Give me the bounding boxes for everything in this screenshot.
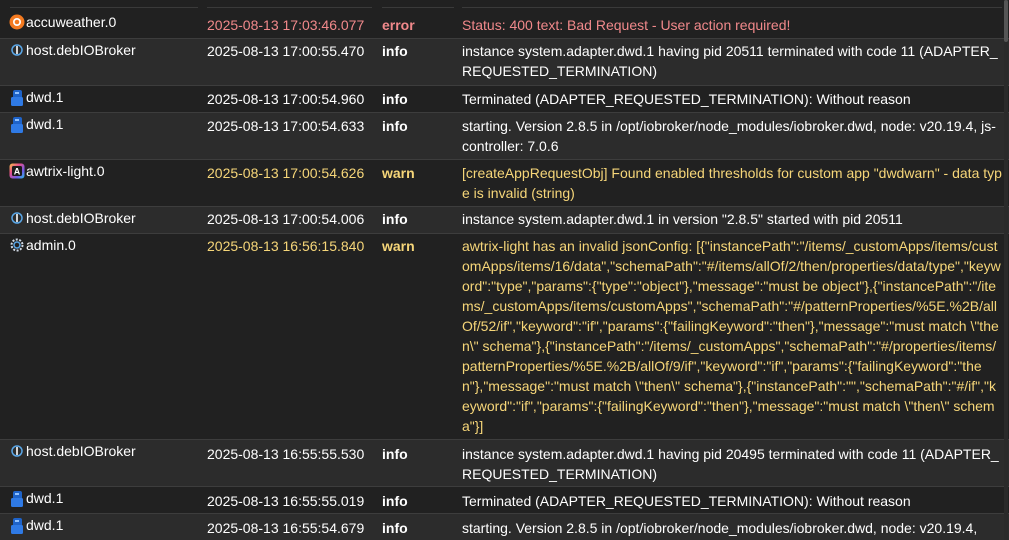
svg-text:A: A	[14, 167, 21, 177]
timestamp: 2025-08-13 17:00:54.006	[207, 211, 365, 227]
dwd-icon	[9, 517, 25, 534]
column-divider	[10, 7, 198, 8]
source-label: awtrix-light.0	[26, 163, 105, 179]
severity-label: info	[382, 520, 408, 536]
host-icon	[9, 42, 25, 58]
severity-label: warn	[382, 238, 415, 254]
accuweather-icon	[9, 14, 25, 30]
log-row[interactable]: host.debIOBroker 2025-08-13 16:55:55.530…	[0, 440, 1009, 487]
severity-label: info	[382, 493, 408, 509]
log-message: starting. Version 2.8.5 in /opt/iobroker…	[462, 118, 996, 154]
source-cell: admin.0	[9, 235, 76, 255]
source-label: dwd.1	[26, 517, 64, 533]
severity-label: info	[382, 211, 408, 227]
log-table: accuweather.0 2025-08-13 17:03:46.077 er…	[0, 0, 1009, 540]
timestamp: 2025-08-13 17:00:54.626	[207, 165, 365, 181]
severity-label: info	[382, 91, 408, 107]
dwd-icon	[9, 89, 25, 106]
log-message: instance system.adapter.dwd.1 in version…	[462, 211, 903, 227]
timestamp: 2025-08-13 16:55:55.019	[207, 493, 365, 509]
source-label: accuweather.0	[26, 14, 117, 30]
timestamp: 2025-08-13 16:55:54.679	[207, 520, 365, 536]
source-cell: dwd.1	[9, 515, 63, 535]
log-message: Terminated (ADAPTER_REQUESTED_TERMINATIO…	[462, 91, 911, 107]
log-row[interactable]: dwd.1 2025-08-13 17:00:54.960 info Termi…	[0, 86, 1009, 113]
timestamp: 2025-08-13 17:00:54.633	[207, 118, 365, 134]
log-row[interactable]: host.debIOBroker 2025-08-13 17:00:55.470…	[0, 39, 1009, 86]
timestamp: 2025-08-13 17:03:46.077	[207, 17, 365, 33]
log-message: instance system.adapter.dwd.1 having pid…	[462, 446, 999, 482]
log-message: Status: 400 text: Bad Request - User act…	[462, 17, 791, 33]
source-cell: dwd.1	[9, 488, 63, 508]
source-cell: host.debIOBroker	[9, 441, 136, 461]
source-label: admin.0	[26, 237, 76, 253]
column-divider	[462, 7, 1002, 8]
source-cell: host.debIOBroker	[9, 40, 136, 60]
severity-label: info	[382, 43, 408, 59]
log-message: awtrix-light has an invalid jsonConfig: …	[462, 238, 1001, 434]
severity-label: error	[382, 17, 415, 33]
awtrix-icon: A	[9, 163, 25, 179]
vertical-scrollbar[interactable]	[1004, 0, 1008, 540]
log-row[interactable]: dwd.1 2025-08-13 16:55:55.019 info Termi…	[0, 487, 1009, 514]
timestamp: 2025-08-13 17:00:54.960	[207, 91, 365, 107]
host-icon	[9, 210, 25, 226]
log-message: instance system.adapter.dwd.1 having pid…	[462, 43, 998, 79]
source-cell: A awtrix-light.0	[9, 161, 105, 181]
timestamp: 2025-08-13 17:00:55.470	[207, 43, 365, 59]
log-row[interactable]: accuweather.0 2025-08-13 17:03:46.077 er…	[0, 10, 1009, 39]
host-icon	[9, 443, 25, 459]
log-row[interactable]: dwd.1 2025-08-13 16:55:54.679 info start…	[0, 514, 1009, 540]
source-cell: dwd.1	[9, 114, 63, 134]
column-divider	[207, 7, 372, 8]
log-row[interactable]: admin.0 2025-08-13 16:56:15.840 warn awt…	[0, 234, 1009, 440]
log-row[interactable]: dwd.1 2025-08-13 17:00:54.633 info start…	[0, 113, 1009, 160]
source-cell: dwd.1	[9, 87, 63, 107]
severity-label: info	[382, 446, 408, 462]
log-row[interactable]: host.debIOBroker 2025-08-13 17:00:54.006…	[0, 207, 1009, 234]
dwd-icon	[9, 116, 25, 133]
source-label: host.debIOBroker	[26, 443, 136, 459]
column-divider	[382, 7, 454, 8]
severity-label: info	[382, 118, 408, 134]
source-label: dwd.1	[26, 89, 64, 105]
timestamp: 2025-08-13 16:55:55.530	[207, 446, 365, 462]
admin-gear-icon	[9, 237, 25, 253]
log-message: starting. Version 2.8.5 in /opt/iobroker…	[462, 520, 978, 536]
dwd-icon	[9, 490, 25, 507]
source-cell: host.debIOBroker	[9, 208, 136, 228]
log-row[interactable]: A awtrix-light.0 2025-08-13 17:00:54.626…	[0, 160, 1009, 207]
source-label: dwd.1	[26, 116, 64, 132]
severity-label: warn	[382, 165, 415, 181]
source-cell: accuweather.0	[9, 12, 116, 32]
scrollbar-thumb[interactable]	[1004, 0, 1008, 42]
log-message: Terminated (ADAPTER_REQUESTED_TERMINATIO…	[462, 493, 911, 509]
log-message: [createAppRequestObj] Found enabled thre…	[462, 165, 1002, 201]
source-label: host.debIOBroker	[26, 42, 136, 58]
timestamp: 2025-08-13 16:56:15.840	[207, 238, 365, 254]
source-label: host.debIOBroker	[26, 210, 136, 226]
source-label: dwd.1	[26, 490, 64, 506]
